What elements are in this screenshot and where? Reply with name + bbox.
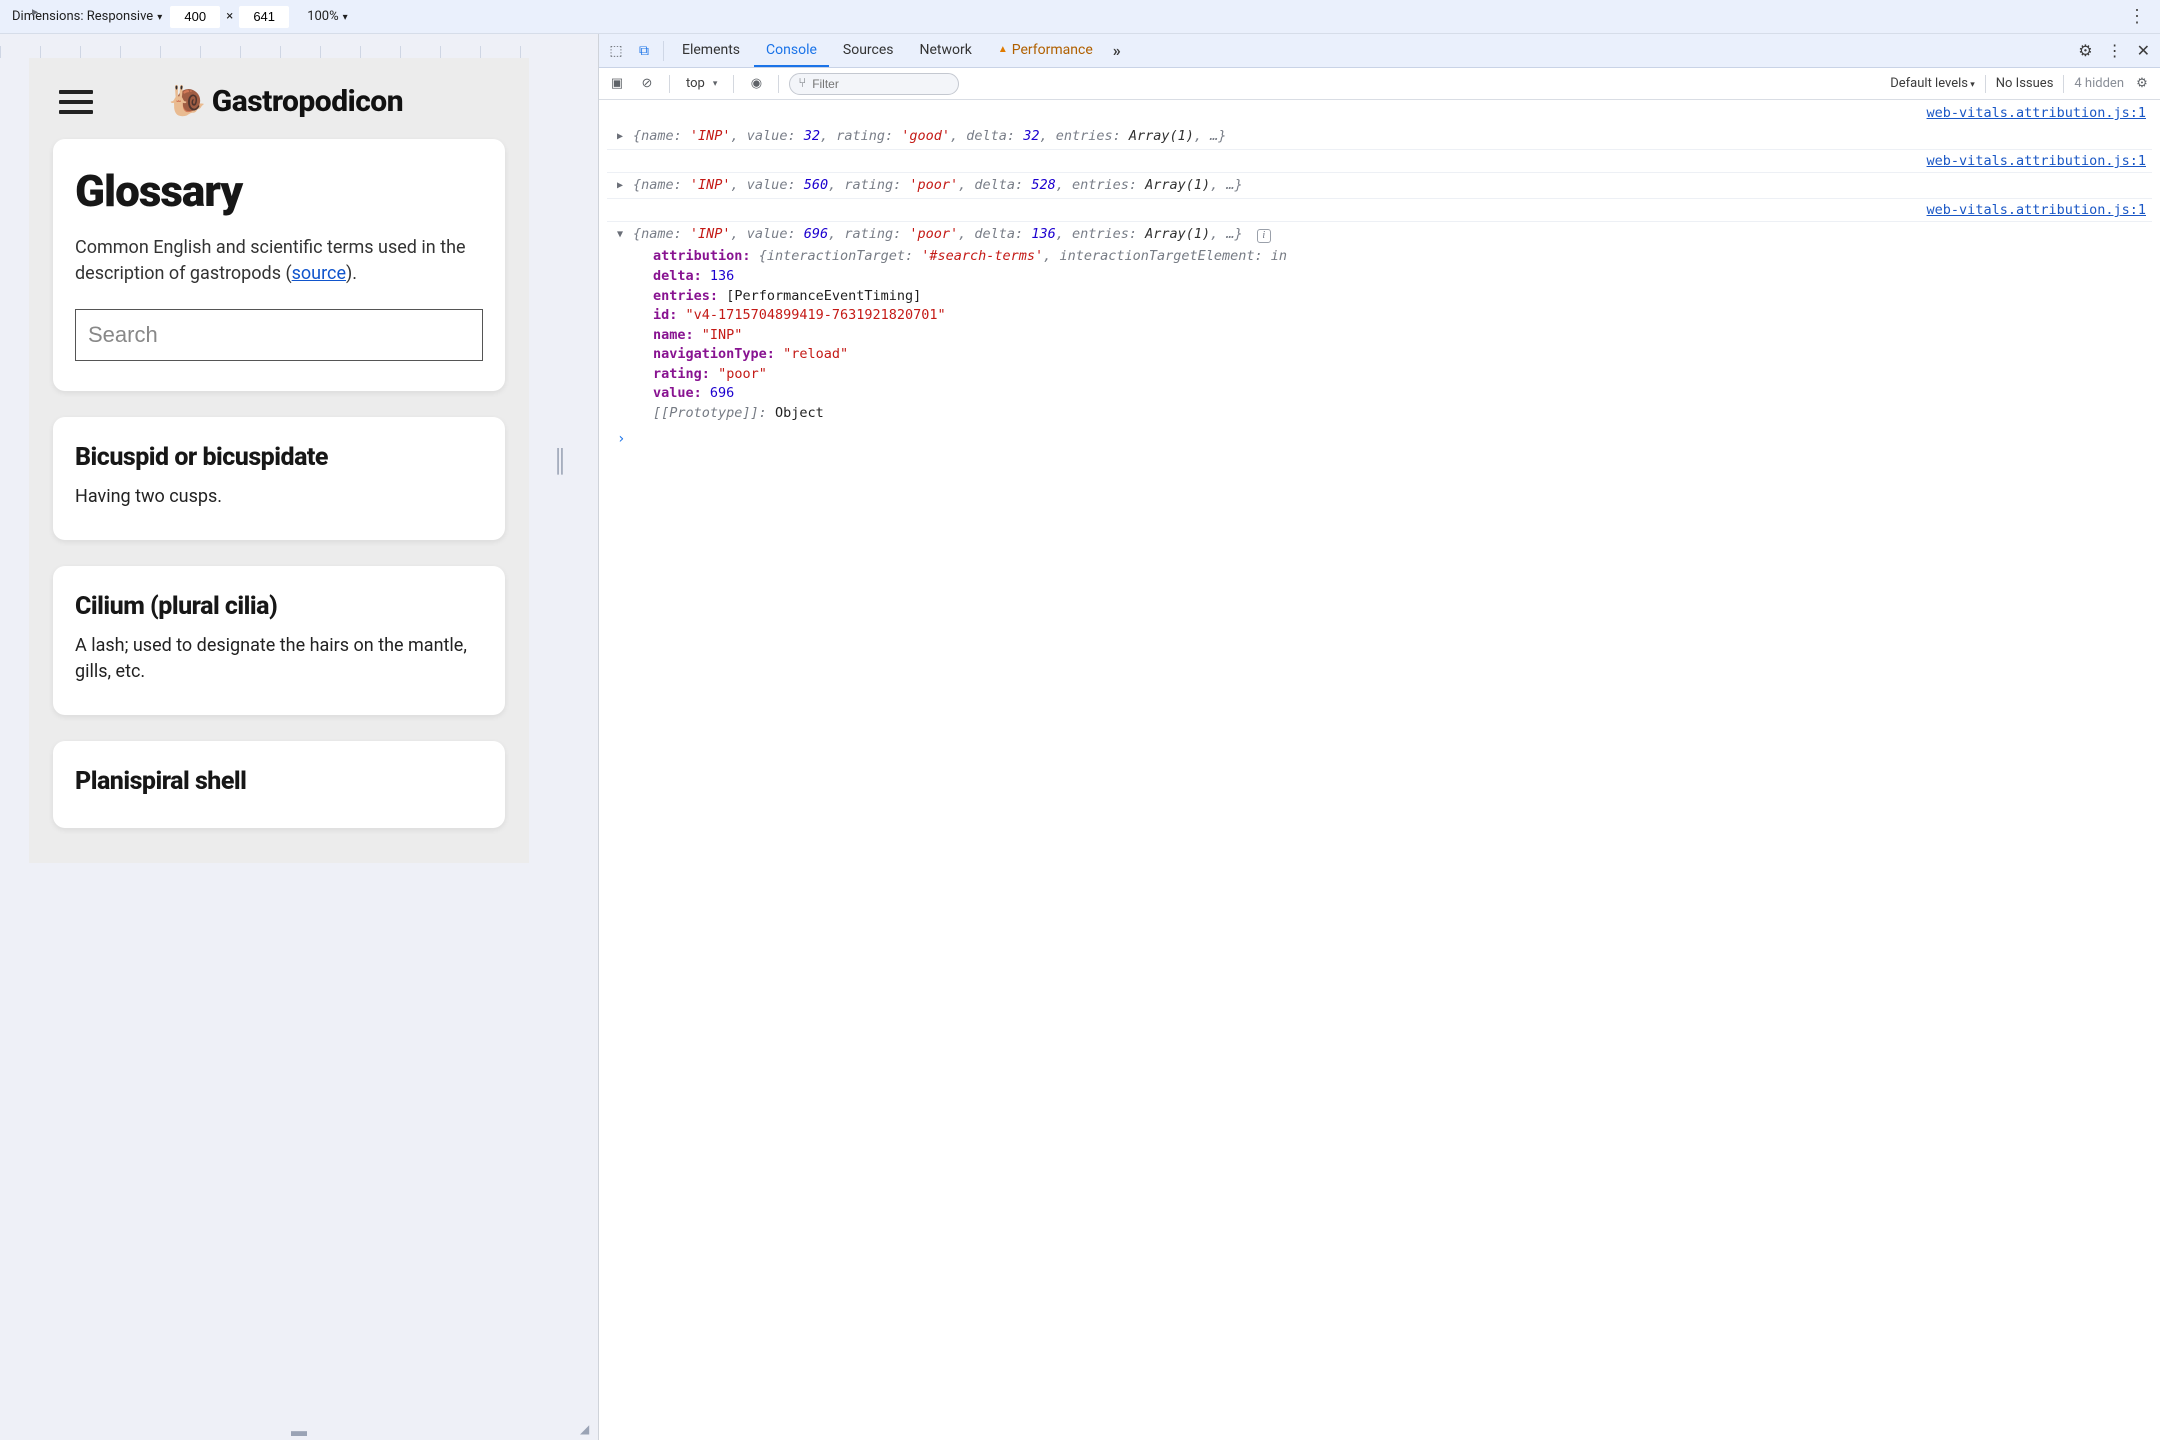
search-input[interactable] xyxy=(75,309,483,361)
console-settings-gear-icon[interactable]: ⚙ xyxy=(2130,76,2154,91)
filter-icon: ⑂ xyxy=(798,76,806,91)
source-link[interactable]: web-vitals.attribution.js:1 xyxy=(1927,153,2146,169)
dimension-x: × xyxy=(224,9,235,24)
zoom-dropdown[interactable]: 100% xyxy=(303,9,351,24)
device-toolbar-menu-icon[interactable]: ⋮ xyxy=(2122,6,2152,27)
device-viewport: 🐌 Gastropodicon Glossary Common English … xyxy=(29,58,529,863)
settings-gear-icon[interactable]: ⚙ xyxy=(2072,41,2098,60)
expand-toggle-icon[interactable] xyxy=(617,130,623,145)
object-property[interactable]: [[Prototype]]: Object xyxy=(607,404,2152,424)
term-card: Planispiral shell xyxy=(53,741,505,828)
object-property[interactable]: entries: [PerformanceEventTiming] xyxy=(607,287,2152,307)
term-card: Bicuspid or bicuspidate Having two cusps… xyxy=(53,417,505,540)
site-brand: 🐌 Gastropodicon xyxy=(169,84,403,119)
devtools-menu-icon[interactable]: ⋮ xyxy=(2101,41,2129,60)
ruler xyxy=(0,34,598,58)
glossary-card: Glossary Common English and scientific t… xyxy=(53,139,505,391)
source-link[interactable]: web-vitals.attribution.js:1 xyxy=(1927,202,2146,218)
object-property: name: "INP" xyxy=(607,326,2152,346)
hamburger-menu-icon[interactable] xyxy=(59,90,93,114)
height-input[interactable] xyxy=(239,6,289,28)
resize-handle-right[interactable]: ║ xyxy=(551,442,569,480)
console-log-row[interactable]: {name: 'INP', value: 32, rating: 'good',… xyxy=(607,124,2152,150)
rendered-page-pane: 🐌 Gastropodicon Glossary Common English … xyxy=(0,34,598,1440)
device-mode-icon[interactable]: ⧉ xyxy=(631,43,657,59)
term-title: Cilium (plural cilia) xyxy=(75,592,483,621)
source-link[interactable]: source xyxy=(292,263,346,284)
expand-toggle-icon[interactable] xyxy=(617,179,623,194)
live-expression-icon[interactable]: ◉ xyxy=(744,76,768,91)
term-card: Cilium (plural cilia) A lash; used to de… xyxy=(53,566,505,715)
tabs-overflow-icon[interactable] xyxy=(1107,41,1127,60)
glossary-title: Glossary xyxy=(75,165,483,217)
object-property: id: "v4-1715704899419-7631921820701" xyxy=(607,306,2152,326)
tab-console[interactable]: Console xyxy=(754,34,829,67)
snail-icon: 🐌 xyxy=(169,84,206,119)
log-levels-dropdown[interactable]: Default levels xyxy=(1890,76,1975,91)
console-toolbar: ▣ ⊘ top ◉ ⑂ Default levels No Issues 4 h… xyxy=(599,68,2160,100)
tab-elements[interactable]: Elements xyxy=(670,34,752,67)
term-definition: Having two cusps. xyxy=(75,484,483,510)
sidebar-toggle-icon[interactable]: ▣ xyxy=(605,76,629,91)
inspect-icon[interactable]: ⬚ xyxy=(603,43,629,59)
tab-performance[interactable]: Performance xyxy=(986,34,1105,67)
filter-input[interactable] xyxy=(812,77,950,91)
tab-sources[interactable]: Sources xyxy=(831,34,906,67)
hidden-count[interactable]: 4 hidden xyxy=(2074,76,2124,91)
console-log-row[interactable]: {name: 'INP', value: 696, rating: 'poor'… xyxy=(607,221,2152,248)
console-filter[interactable]: ⑂ xyxy=(789,73,959,95)
width-input[interactable] xyxy=(170,6,220,28)
object-property: rating: "poor" xyxy=(607,365,2152,385)
context-selector[interactable]: top xyxy=(680,76,723,91)
devtools-panel: ⬚ ⧉ Elements Console Sources Network Per… xyxy=(598,34,2160,1440)
device-toolbar: Dimensions: Responsive × 100% ⋮ xyxy=(0,0,2160,34)
object-property[interactable]: attribution: {interactionTarget: '#searc… xyxy=(607,247,2152,267)
object-property: delta: 136 xyxy=(607,267,2152,287)
resize-handle-corner[interactable]: ◢ xyxy=(580,1422,598,1440)
devtools-tabs: ⬚ ⧉ Elements Console Sources Network Per… xyxy=(599,34,2160,68)
close-devtools-icon[interactable]: ✕ xyxy=(2131,41,2156,60)
console-output: web-vitals.attribution.js:1 {name: 'INP'… xyxy=(599,100,2160,1440)
issues-button[interactable]: No Issues xyxy=(1996,76,2054,91)
resize-handle-bottom[interactable]: ▬ xyxy=(276,1422,322,1440)
clear-console-icon[interactable]: ⊘ xyxy=(635,76,659,91)
tab-network[interactable]: Network xyxy=(908,34,984,67)
brand-text: Gastropodicon xyxy=(212,84,403,119)
info-badge-icon[interactable]: i xyxy=(1257,229,1271,243)
term-definition: A lash; used to designate the hairs on t… xyxy=(75,633,483,685)
console-log-row[interactable]: {name: 'INP', value: 560, rating: 'poor'… xyxy=(607,172,2152,199)
console-prompt[interactable]: › xyxy=(607,423,2152,449)
term-title: Bicuspid or bicuspidate xyxy=(75,443,483,472)
glossary-description: Common English and scientific terms used… xyxy=(75,235,483,287)
source-link[interactable]: web-vitals.attribution.js:1 xyxy=(1927,105,2146,121)
expand-toggle-icon[interactable] xyxy=(617,228,623,243)
object-property: value: 696 xyxy=(607,384,2152,404)
object-property: navigationType: "reload" xyxy=(607,345,2152,365)
term-title: Planispiral shell xyxy=(75,767,483,796)
